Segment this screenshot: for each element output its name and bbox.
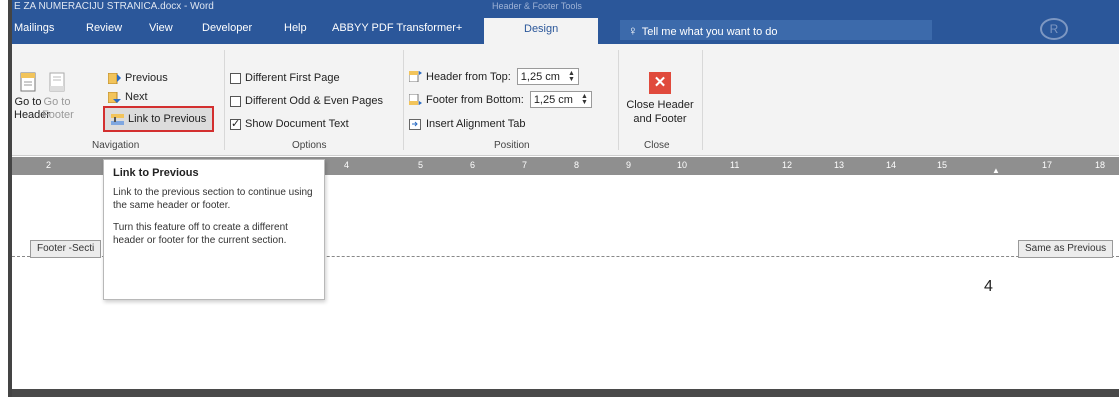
next-section-icon (108, 91, 121, 103)
tab-view[interactable]: View (149, 22, 173, 34)
footer-from-bottom-label: Footer from Bottom: (426, 93, 524, 106)
abbyy-logo-icon: R (1040, 18, 1068, 40)
ruler-tick: 4 (344, 160, 350, 170)
tab-developer[interactable]: Developer (202, 22, 252, 34)
ruler-tick: 14 (886, 160, 897, 170)
goto-footer-label-1: Go to (43, 96, 71, 108)
ribbon-tabs: Mailings Review View Developer Help ABBY… (12, 14, 1119, 44)
ruler-tick: 15 (937, 160, 948, 170)
link-to-previous-tooltip: Link to Previous Link to the previous se… (103, 159, 325, 300)
tab-mailings[interactable]: Mailings (14, 22, 54, 34)
goto-header-button[interactable]: Go to Header (14, 72, 51, 122)
tab-help[interactable]: Help (284, 22, 307, 34)
checkbox-icon (230, 95, 241, 107)
footer-from-bottom-value: 1,25 cm (533, 93, 573, 106)
group-divider (702, 50, 703, 150)
goto-header-label-2: Header (14, 109, 51, 121)
alignment-tab-icon (409, 118, 421, 130)
footer-section-tag: Footer -Secti (30, 240, 102, 258)
close-x-icon: ✕ (649, 72, 671, 94)
ruler-tick: 8 (574, 160, 580, 170)
spinner-arrows-icon[interactable]: ▲ ▼ (581, 93, 588, 106)
next-label: Next (125, 91, 148, 103)
window-bottom-edge (12, 389, 1119, 397)
checked-checkbox-icon (230, 117, 241, 130)
header-position-icon (409, 71, 422, 82)
indent-marker-icon[interactable]: ▲ (992, 166, 1000, 175)
ruler-tick: 6 (470, 160, 476, 170)
ruler-tick: 12 (782, 160, 793, 170)
footer-position-icon (409, 94, 422, 105)
checkbox-icon (230, 72, 241, 84)
tab-abbyy[interactable]: ABBYY PDF Transformer+ (332, 22, 462, 34)
previous-label: Previous (125, 72, 168, 84)
tell-me-search[interactable]: ♀ Tell me what you want to do (620, 20, 932, 40)
group-divider (618, 50, 619, 150)
different-odd-even-checkbox[interactable]: Different Odd & Even Pages (230, 95, 383, 107)
insert-alignment-tab-button[interactable]: Insert Alignment Tab (409, 118, 525, 130)
document-title: E ZA NUMERACIJU STRANICA.docx - Word (14, 1, 214, 12)
goto-footer-label-2: Footer (42, 109, 74, 121)
header-page-icon (20, 72, 36, 92)
word-window: E ZA NUMERACIJU STRANICA.docx - Word Hea… (8, 0, 1119, 397)
header-from-top-spinner[interactable]: 1,25 cm ▲ ▼ (516, 68, 579, 85)
tab-review[interactable]: Review (86, 22, 122, 34)
header-from-top-control: Header from Top: 1,25 cm ▲ ▼ (409, 68, 579, 85)
tab-design[interactable]: Design (484, 18, 599, 44)
tooltip-description: Link to the previous section to continue… (113, 187, 313, 211)
options-group-label: Options (292, 140, 327, 151)
goto-footer-button: Go to Footer (42, 72, 74, 122)
tooltip-note: Turn this feature off to create a differ… (113, 222, 288, 246)
next-button[interactable]: Next (108, 91, 148, 103)
previous-section-icon (108, 72, 121, 84)
ruler-tick: 11 (730, 160, 740, 170)
different-odd-even-label: Different Odd & Even Pages (245, 95, 383, 107)
goto-header-label-1: Go to (14, 96, 42, 108)
close-header-footer-button[interactable]: ✕ Close Header and Footer (622, 72, 698, 126)
close-header-label-2: and Footer (633, 113, 687, 125)
tooltip-title: Link to Previous (113, 167, 199, 179)
ruler-tick: 9 (626, 160, 632, 170)
insert-alignment-tab-label: Insert Alignment Tab (426, 118, 526, 130)
header-from-top-value: 1,25 cm (520, 70, 560, 83)
close-header-label-1: Close Header (626, 99, 694, 111)
spinner-arrows-icon[interactable]: ▲ ▼ (568, 70, 575, 83)
ruler-tick: 2 (46, 160, 52, 170)
link-to-previous-label: Link to Previous (128, 113, 207, 125)
ruler-tick: 18 (1095, 160, 1106, 170)
footer-page-icon (49, 72, 65, 92)
different-first-page-label: Different First Page (245, 72, 340, 84)
close-group-label: Close (644, 140, 670, 151)
link-icon (111, 113, 124, 125)
link-to-previous-button[interactable]: Link to Previous (103, 106, 215, 132)
ruler-tick: 7 (522, 160, 528, 170)
previous-button[interactable]: Previous (108, 72, 168, 84)
context-tab-title: Header & Footer Tools (492, 1, 582, 11)
lightbulb-icon: ♀ (628, 23, 638, 38)
ruler-tick: 13 (834, 160, 845, 170)
page-number[interactable]: 4 (984, 278, 993, 296)
group-divider (403, 50, 404, 150)
navigation-group-label: Navigation (92, 140, 140, 151)
show-document-text-checkbox[interactable]: Show Document Text (230, 117, 349, 130)
ribbon-design: Go to Header Go to Footer Previous Next … (12, 44, 1119, 156)
tell-me-text: Tell me what you want to do (641, 26, 778, 38)
group-divider (224, 50, 225, 150)
footer-from-bottom-spinner[interactable]: 1,25 cm ▲ ▼ (529, 91, 592, 108)
header-from-top-label: Header from Top: (426, 70, 511, 83)
show-document-text-label: Show Document Text (245, 118, 349, 130)
ruler-tick: 5 (418, 160, 424, 170)
ruler-tick: 17 (1042, 160, 1053, 170)
different-first-page-checkbox[interactable]: Different First Page (230, 72, 340, 84)
title-bar: E ZA NUMERACIJU STRANICA.docx - Word Hea… (12, 0, 1119, 14)
footer-from-bottom-control: Footer from Bottom: 1,25 cm ▲ ▼ (409, 91, 592, 108)
same-as-previous-tag: Same as Previous (1018, 240, 1114, 258)
position-group-label: Position (494, 140, 530, 151)
ruler-tick: 10 (677, 160, 688, 170)
